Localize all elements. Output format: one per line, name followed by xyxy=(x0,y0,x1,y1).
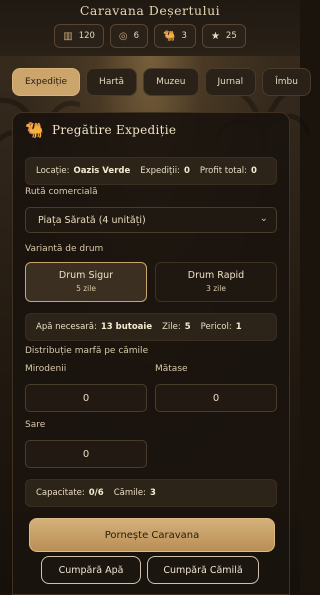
star-icon: ★ xyxy=(210,30,220,42)
panel-title: Pregătire Expediție xyxy=(51,123,177,137)
danger-label: Pericol: xyxy=(200,322,232,332)
route-option-name: Drum Rapid xyxy=(187,270,245,281)
distribution-label: Distribuție marfă pe cămile xyxy=(25,346,149,356)
chevron-down-icon: ⌄ xyxy=(259,213,268,224)
buy-camel-button[interactable]: Cumpără Cămilă xyxy=(147,556,259,584)
salt-input[interactable]: 0 xyxy=(25,440,147,468)
stat-value: 6 xyxy=(133,31,140,41)
stat-value: 25 xyxy=(225,31,237,41)
camels-label: Cămile: xyxy=(113,488,146,498)
camels-value: 3 xyxy=(149,488,156,498)
tab-map[interactable]: Hartă xyxy=(86,68,138,96)
capacity-label: Capacitate: xyxy=(36,488,85,498)
goods-label-silk: Mătase xyxy=(155,364,188,374)
start-caravan-button[interactable]: Pornește Caravana xyxy=(29,518,275,552)
capacity-value: 0/6 xyxy=(88,488,104,498)
stat-reputation: ★ 25 xyxy=(201,24,246,48)
top-bar: Caravana Deșertului ▥ 120 ◎ 6 🐫 3 ★ 25 xyxy=(0,0,300,56)
capacity-summary: Capacitate: 0/6 Cămile: 3 xyxy=(25,479,277,507)
expeditions-label: Expediții: xyxy=(140,166,180,176)
panel-heading: 🐫 Pregătire Expediție xyxy=(25,121,176,139)
buy-water-button[interactable]: Cumpără Apă xyxy=(41,556,141,584)
coins-icon: ◎ xyxy=(118,30,128,42)
location-value: Oazis Verde xyxy=(73,166,131,176)
tab-journal[interactable]: Jurnal xyxy=(204,68,257,96)
stat-value: 3 xyxy=(181,31,187,41)
variant-label: Variantă de drum xyxy=(25,244,104,254)
water-label: Apă necesară: xyxy=(36,322,97,332)
stat-coins: ◎ 6 xyxy=(109,24,149,48)
stat-treasure: ▥ 120 xyxy=(54,24,104,48)
goods-label-spices: Mirodenii xyxy=(25,364,67,374)
water-value: 13 butoaie xyxy=(100,322,153,332)
route-select[interactable]: Piața Sărată (4 unități) ⌄ xyxy=(25,207,277,233)
goods-label-salt: Sare xyxy=(25,420,46,430)
silk-input[interactable]: 0 xyxy=(155,384,277,412)
days-value: 5 xyxy=(184,322,191,332)
tab-upgrades[interactable]: Îmbu xyxy=(262,68,311,96)
stat-camels: 🐫 3 xyxy=(154,24,196,48)
route-option-name: Drum Sigur xyxy=(58,270,114,281)
spices-input[interactable]: 0 xyxy=(25,384,147,412)
app-title: Caravana Deșertului xyxy=(79,3,221,18)
stat-value: 120 xyxy=(78,31,95,41)
profit-label: Profit total: xyxy=(199,166,248,176)
route-option-days: 3 zile xyxy=(206,284,226,293)
profit-value: 0 xyxy=(251,166,257,176)
camel-icon: 🐫 xyxy=(25,121,44,139)
camel-icon: 🐫 xyxy=(163,30,176,42)
expedition-panel: 🐫 Pregătire Expediție Locație: Oazis Ver… xyxy=(12,112,290,595)
main-tabs: Expediție Hartă Muzeu Jurnal Îmbu xyxy=(12,68,311,96)
chest-icon: ▥ xyxy=(63,30,73,42)
resource-stats: ▥ 120 ◎ 6 🐫 3 ★ 25 xyxy=(0,24,300,48)
route-option-fast[interactable]: Drum Rapid 3 zile xyxy=(155,262,277,302)
route-option-safe[interactable]: Drum Sigur 5 zile xyxy=(25,262,147,302)
route-selected-value: Piața Sărată (4 unități) xyxy=(38,214,146,226)
location-label: Locație: xyxy=(36,166,70,176)
expedition-summary: Locație: Oazis Verde Expediții: 0 Profit… xyxy=(25,157,277,185)
tab-expedition[interactable]: Expediție xyxy=(12,68,81,96)
route-label: Rută comercială xyxy=(25,187,98,197)
days-label: Zile: xyxy=(162,322,181,332)
route-requirements: Apă necesară: 13 butoaie Zile: 5 Pericol… xyxy=(25,313,277,341)
route-option-days: 5 zile xyxy=(76,284,96,293)
expeditions-value: 0 xyxy=(183,166,190,176)
tab-museum[interactable]: Muzeu xyxy=(143,68,199,96)
danger-value: 1 xyxy=(235,322,242,332)
